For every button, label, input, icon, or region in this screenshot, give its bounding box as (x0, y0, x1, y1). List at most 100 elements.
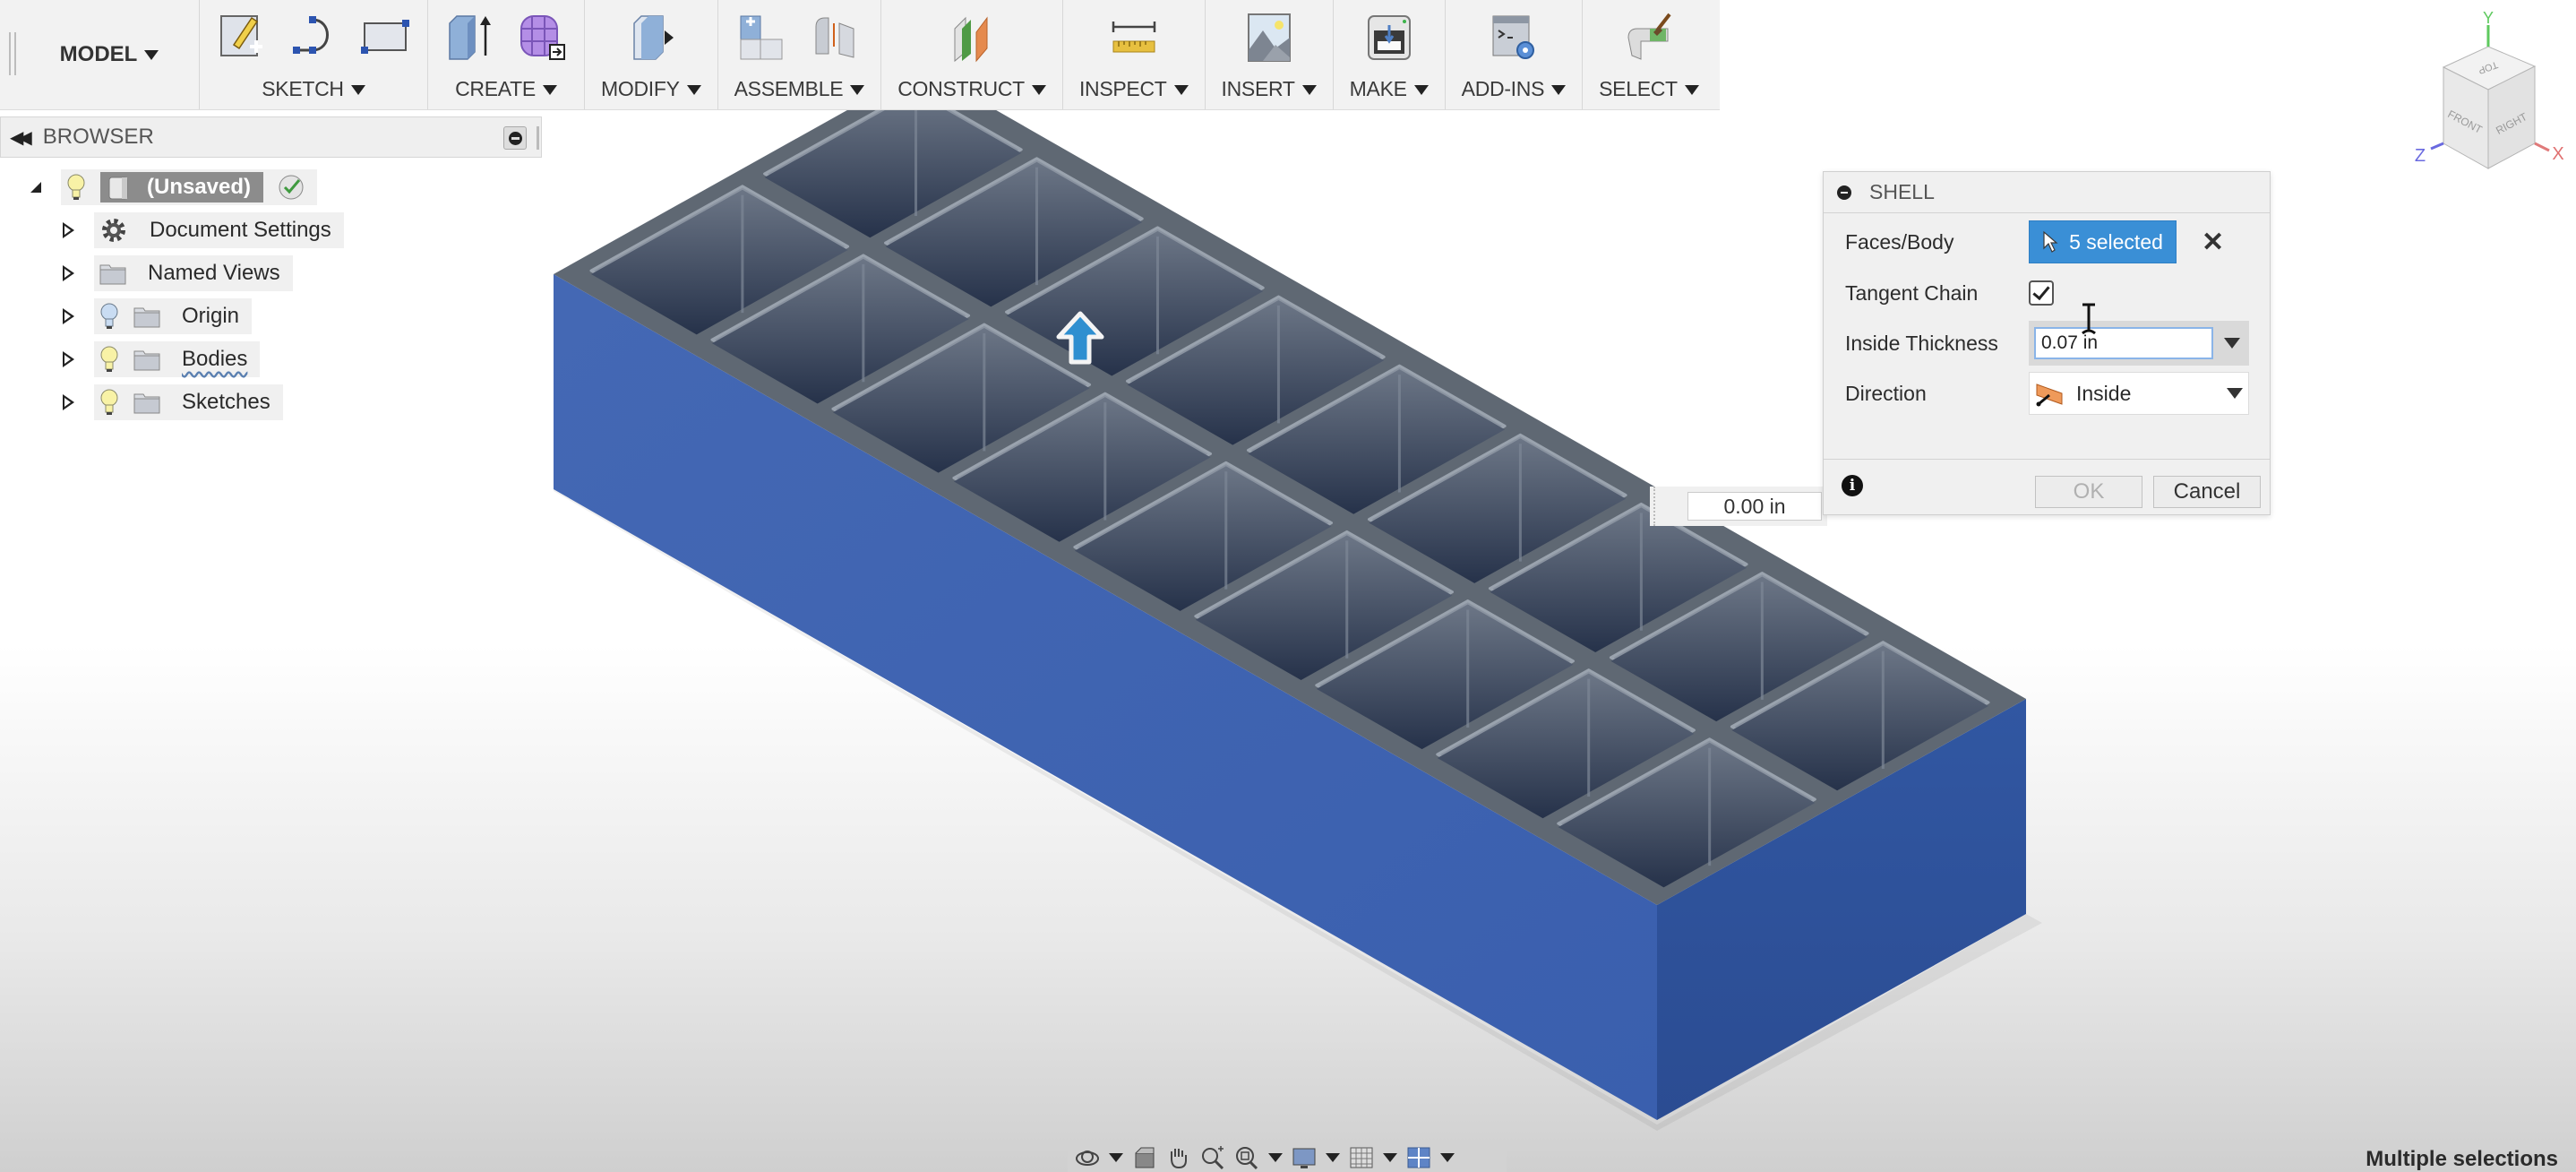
look-at-icon[interactable] (1132, 1146, 1157, 1169)
tree-node-sketches[interactable]: Sketches (94, 384, 283, 420)
clear-selection-icon[interactable]: ✕ (2202, 227, 2224, 258)
orbit-icon[interactable] (1075, 1146, 1100, 1169)
toolbar-grip[interactable] (0, 0, 20, 109)
fit-window-icon[interactable] (1234, 1146, 1259, 1169)
toolbar-group-label: SELECT (1599, 77, 1678, 100)
zoom-icon[interactable] (1200, 1145, 1225, 1169)
rectangle-icon[interactable] (359, 11, 411, 63)
inside-thickness-label: Inside Thickness (1845, 331, 1998, 355)
toolbar-group-add-ins[interactable]: ADD-INS (1446, 0, 1584, 109)
tree-node-named-views[interactable]: Named Views (94, 255, 293, 291)
tree-row: Bodies (63, 341, 261, 377)
view-cube[interactable]: TOP FRONT RIGHT Y X Z (2400, 9, 2571, 179)
toolbar-group-create[interactable]: CREATE (428, 0, 585, 109)
toolbar-group-assemble[interactable]: ASSEMBLE (718, 0, 882, 109)
axis-x-label: X (2552, 144, 2563, 164)
toolbar: MODEL SKETCH CREATE MODIFY ASSEMBLE CONS… (0, 0, 1720, 110)
expand-toggle[interactable] (30, 182, 41, 193)
grid-settings-icon[interactable] (1349, 1146, 1374, 1169)
chevron-down-icon (1551, 85, 1567, 96)
collapse-browser-icon[interactable]: ◀◀ (10, 126, 32, 149)
thickness-dimension-readout: 0.00 in (1650, 487, 1827, 526)
selection-count: 5 selected (2069, 229, 2163, 254)
tree-node-root[interactable]: (Unsaved) (61, 169, 318, 205)
folder-icon (99, 264, 126, 285)
chevron-down-icon (686, 85, 701, 96)
grid-dropdown-icon[interactable] (1383, 1152, 1397, 1162)
toolbar-group-label: CONSTRUCT (897, 77, 1025, 100)
thickness-dropdown-icon[interactable] (2224, 338, 2240, 349)
toolbar-group-make[interactable]: MAKE (1334, 0, 1446, 109)
pan-hand-icon[interactable] (1166, 1146, 1191, 1169)
toolbar-group-select[interactable]: SELECT (1583, 0, 1715, 109)
offset-plane-icon[interactable] (946, 11, 998, 63)
select-paint-icon[interactable] (1623, 11, 1675, 63)
ok-button[interactable]: OK (2035, 476, 2142, 508)
toolbar-group-sketch[interactable]: SKETCH (200, 0, 428, 109)
folder-icon (133, 393, 160, 414)
tree-node-label: Named Views (148, 261, 280, 285)
workspace-switcher[interactable]: MODEL (20, 0, 200, 109)
folder-icon (133, 350, 160, 371)
toolbar-group-label: MODIFY (601, 77, 680, 100)
insert-image-icon[interactable] (1243, 11, 1295, 63)
lightbulb-off-icon[interactable] (99, 303, 119, 330)
viewports-icon[interactable] (1406, 1146, 1431, 1169)
viewports-dropdown-icon[interactable] (1440, 1152, 1455, 1162)
dialog-title: SHELL (1869, 180, 1935, 203)
arc-icon[interactable] (288, 11, 339, 63)
expand-toggle[interactable] (63, 394, 74, 410)
toolbar-group-construct[interactable]: CONSTRUCT (881, 0, 1063, 109)
gear-icon (102, 219, 125, 242)
inside-thickness-input[interactable] (2034, 327, 2213, 359)
new-component-icon[interactable] (737, 11, 789, 63)
scripts-addins-icon[interactable] (1488, 11, 1540, 63)
direction-select[interactable]: Inside (2029, 372, 2249, 415)
activate-check-icon[interactable] (278, 174, 305, 201)
orbit-dropdown-icon[interactable] (1109, 1152, 1123, 1162)
toolbar-group-label: INSPECT (1078, 77, 1167, 100)
measure-icon[interactable] (1108, 11, 1160, 63)
tree-node-origin[interactable]: Origin (94, 298, 253, 334)
toolbar-group-modify[interactable]: MODIFY (585, 0, 718, 109)
toolbar-group-inspect[interactable]: INSPECT (1063, 0, 1206, 109)
workspace-label: MODEL (59, 42, 138, 66)
browser-resize-handle[interactable] (537, 126, 539, 150)
shell-inside-icon (2036, 383, 2063, 407)
faces-body-selection-button[interactable]: 5 selected (2029, 220, 2177, 263)
chevron-down-icon (542, 85, 557, 96)
cancel-button[interactable]: Cancel (2153, 476, 2261, 508)
create-sketch-icon[interactable] (216, 11, 268, 63)
tree-node-label: Bodies (182, 347, 248, 371)
tree-node-bodies[interactable]: Bodies (94, 341, 261, 377)
expand-toggle[interactable] (63, 222, 74, 238)
zoom-dropdown-icon[interactable] (1268, 1152, 1283, 1162)
toolbar-group-insert[interactable]: INSERT (1206, 0, 1334, 109)
expand-toggle[interactable] (63, 351, 74, 367)
3d-print-icon[interactable] (1363, 11, 1415, 63)
tangent-chain-checkbox[interactable] (2029, 280, 2054, 306)
extrude-icon[interactable] (444, 11, 496, 63)
lightbulb-on-icon[interactable] (66, 174, 86, 201)
chevron-down-icon (1684, 85, 1699, 96)
tree-row: Sketches (63, 384, 283, 420)
dimension-value-field[interactable]: 0.00 in (1687, 492, 1822, 521)
browser-title: BROWSER (42, 125, 154, 149)
tree-node-label: Sketches (182, 390, 270, 414)
dialog-header[interactable]: SHELL (1824, 172, 2270, 213)
press-pull-icon[interactable] (625, 11, 677, 63)
lightbulb-on-icon[interactable] (99, 346, 119, 373)
pin-browser-button[interactable] (503, 126, 527, 150)
cursor-arrow-icon (2043, 230, 2058, 253)
form-icon[interactable] (516, 11, 568, 63)
joint-icon[interactable] (809, 11, 861, 63)
collapse-dialog-icon[interactable] (1837, 185, 1851, 200)
readout-drag-handle[interactable] (1653, 487, 1661, 526)
tree-node-document-settings[interactable]: Document Settings (94, 212, 344, 248)
expand-toggle[interactable] (63, 265, 74, 281)
lightbulb-on-icon[interactable] (99, 389, 119, 416)
info-icon[interactable]: i (1842, 475, 1863, 496)
display-settings-icon[interactable] (1292, 1146, 1317, 1169)
expand-toggle[interactable] (63, 308, 74, 324)
display-dropdown-icon[interactable] (1326, 1152, 1340, 1162)
